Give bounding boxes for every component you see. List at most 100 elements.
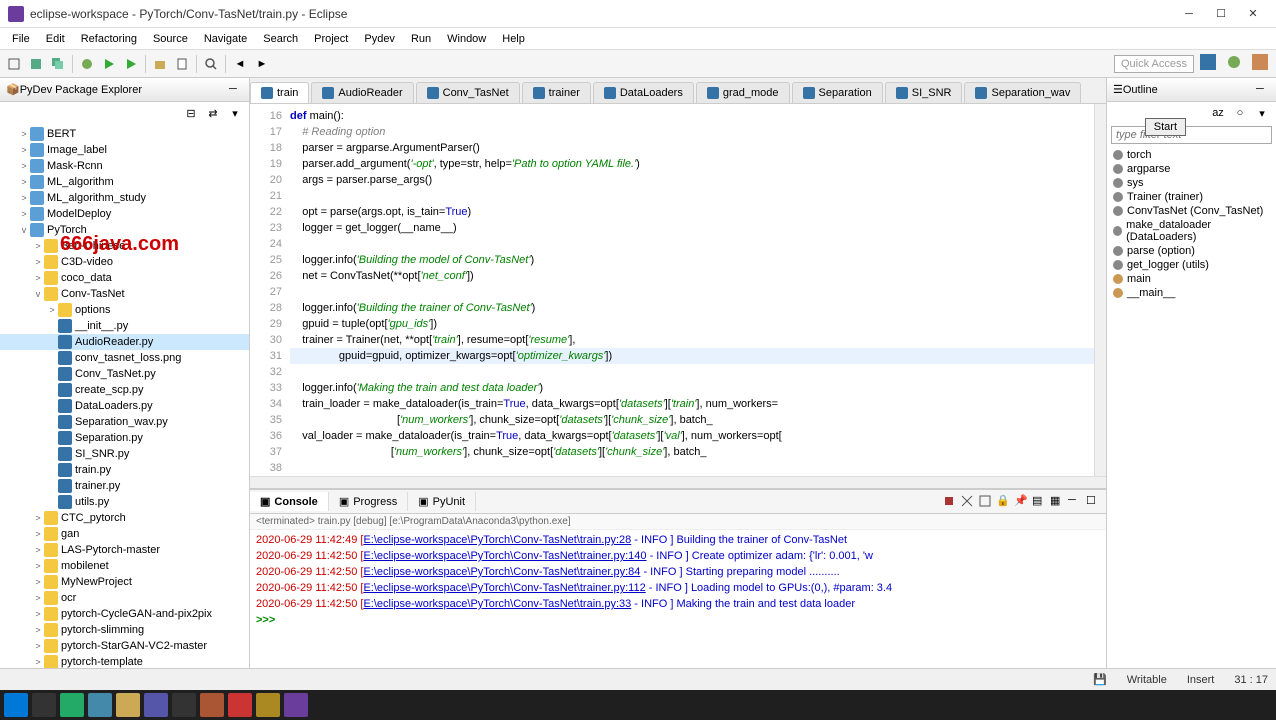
display-selected-icon[interactable]: ▤ (1032, 494, 1048, 510)
tree-item[interactable]: >Mask-Rcnn (0, 158, 249, 174)
code-line[interactable]: gpuid=gpuid, optimizer_kwargs=opt['optim… (290, 348, 1094, 364)
editor-tab[interactable]: DataLoaders (593, 82, 694, 103)
console-prompt[interactable]: >>> (256, 612, 1100, 628)
new-button[interactable] (4, 54, 24, 74)
open-console-icon[interactable]: ▦ (1050, 494, 1066, 510)
taskbar-app-1[interactable] (60, 693, 84, 717)
menu-navigate[interactable]: Navigate (196, 31, 255, 47)
taskbar-app-3[interactable] (116, 693, 140, 717)
minimize-outline-icon[interactable]: ─ (1256, 83, 1270, 97)
outline-filter-input[interactable] (1111, 126, 1272, 144)
tree-item[interactable]: >ModelDeploy (0, 206, 249, 222)
view-menu-icon[interactable]: ▾ (225, 103, 245, 123)
code-line[interactable]: # Reading option (290, 124, 1094, 140)
code-line[interactable]: gpuid = tuple(opt['gpu_ids']) (290, 316, 1094, 332)
outline-tree[interactable]: torchargparsesysTrainer (trainer)ConvTas… (1107, 146, 1276, 668)
code-area[interactable]: def main(): # Reading option parser = ar… (290, 104, 1094, 476)
task-view-icon[interactable] (32, 693, 56, 717)
code-line[interactable]: logger = get_logger(__name__) (290, 220, 1094, 236)
outline-item[interactable]: __main__ (1111, 286, 1272, 300)
outline-item[interactable]: main (1111, 272, 1272, 286)
forward-button[interactable]: ► (252, 54, 272, 74)
minimize-console-icon[interactable]: ─ (1068, 494, 1084, 510)
tree-item[interactable]: >gan (0, 526, 249, 542)
console-tab[interactable]: ▣PyUnit (408, 492, 476, 511)
tree-item[interactable]: >BERT (0, 126, 249, 142)
minimize-panel-icon[interactable]: ─ (229, 83, 243, 97)
taskbar-app-9[interactable] (284, 693, 308, 717)
tree-item[interactable]: >CTC_pytorch (0, 510, 249, 526)
outline-item[interactable]: make_dataloader (DataLoaders) (1111, 218, 1272, 244)
taskbar-app-6[interactable] (200, 693, 224, 717)
tree-item[interactable]: >LAS-Pytorch-master (0, 542, 249, 558)
tree-toggle-icon[interactable]: > (32, 529, 44, 539)
tree-toggle-icon[interactable]: v (32, 289, 44, 299)
tree-item[interactable]: >pytorch-template (0, 654, 249, 668)
editor-tab[interactable]: train (250, 82, 309, 103)
tree-item[interactable]: __init__.py (0, 318, 249, 334)
code-line[interactable]: net = ConvTasNet(**opt['net_conf']) (290, 268, 1094, 284)
tree-item[interactable]: utils.py (0, 494, 249, 510)
sort-icon[interactable]: az (1208, 103, 1228, 123)
tree-toggle-icon[interactable]: > (46, 305, 58, 315)
tree-toggle-icon[interactable]: > (18, 161, 30, 171)
start-button[interactable]: Start (1145, 118, 1186, 136)
tree-item[interactable]: >coco_data (0, 270, 249, 286)
outline-item[interactable]: parse (option) (1111, 244, 1272, 258)
save-button[interactable] (26, 54, 46, 74)
remove-all-icon[interactable] (960, 494, 976, 510)
console-tab[interactable]: ▣Console (250, 492, 329, 511)
code-line[interactable] (290, 284, 1094, 300)
tree-item[interactable]: >pytorch-StarGAN-VC2-master (0, 638, 249, 654)
tree-toggle-icon[interactable]: > (18, 129, 30, 139)
terminate-icon[interactable] (942, 494, 958, 510)
clear-console-icon[interactable] (978, 494, 994, 510)
console-link[interactable]: E:\eclipse-workspace\PyTorch\Conv-TasNet… (363, 550, 646, 562)
console-link[interactable]: E:\eclipse-workspace\PyTorch\Conv-TasNet… (363, 566, 640, 578)
tree-item[interactable]: trainer.py (0, 478, 249, 494)
menu-search[interactable]: Search (255, 31, 306, 47)
perspective-debug-icon[interactable] (1226, 54, 1246, 74)
code-line[interactable]: val_loader = make_dataloader(is_train=Tr… (290, 428, 1094, 444)
menu-run[interactable]: Run (403, 31, 439, 47)
editor-tab[interactable]: SI_SNR (885, 82, 963, 103)
tree-item[interactable]: train.py (0, 462, 249, 478)
taskbar-app-8[interactable] (256, 693, 280, 717)
code-line[interactable] (290, 188, 1094, 204)
tree-item[interactable]: >ML_algorithm_study (0, 190, 249, 206)
outline-item[interactable]: sys (1111, 176, 1272, 190)
editor-area[interactable]: 1617181920212223242526272829303132333435… (250, 104, 1106, 476)
editor-tab[interactable]: Separation_wav (964, 82, 1081, 103)
taskbar-app-5[interactable] (172, 693, 196, 717)
tree-item[interactable]: Separation.py (0, 430, 249, 446)
code-line[interactable]: ['num_workers'], chunk_size=opt['dataset… (290, 412, 1094, 428)
hide-fields-icon[interactable]: ○ (1230, 103, 1250, 123)
tree-item[interactable]: >mobilenet (0, 558, 249, 574)
outline-menu-icon[interactable]: ▾ (1252, 103, 1272, 123)
search-button[interactable] (201, 54, 221, 74)
tree-item[interactable]: >MyNewProject (0, 574, 249, 590)
tree-toggle-icon[interactable]: > (18, 209, 30, 219)
new-package-button[interactable] (150, 54, 170, 74)
tree-toggle-icon[interactable]: > (32, 273, 44, 283)
code-line[interactable]: args = parser.parse_args() (290, 172, 1094, 188)
tree-item[interactable]: Separation_wav.py (0, 414, 249, 430)
outline-item[interactable]: get_logger (utils) (1111, 258, 1272, 272)
console-link[interactable]: E:\eclipse-workspace\PyTorch\Conv-TasNet… (363, 598, 631, 610)
tree-item[interactable]: >Bert-Chinese (0, 238, 249, 254)
close-button[interactable]: ✕ (1238, 4, 1268, 24)
perspective-pydev-icon[interactable] (1200, 54, 1220, 74)
menu-file[interactable]: File (4, 31, 38, 47)
maximize-console-icon[interactable]: ☐ (1086, 494, 1102, 510)
tree-toggle-icon[interactable]: > (32, 513, 44, 523)
menu-pydev[interactable]: Pydev (356, 31, 403, 47)
tree-toggle-icon[interactable]: > (32, 625, 44, 635)
pin-console-icon[interactable]: 📌 (1014, 494, 1030, 510)
code-line[interactable]: trainer = Trainer(net, **opt['train'], r… (290, 332, 1094, 348)
tree-item[interactable]: >pytorch-slimming (0, 622, 249, 638)
outline-item[interactable]: argparse (1111, 162, 1272, 176)
quick-access-input[interactable]: Quick Access (1114, 55, 1194, 73)
taskbar-app-4[interactable] (144, 693, 168, 717)
tree-toggle-icon[interactable]: > (18, 177, 30, 187)
tree-item[interactable]: >pytorch-CycleGAN-and-pix2pix (0, 606, 249, 622)
